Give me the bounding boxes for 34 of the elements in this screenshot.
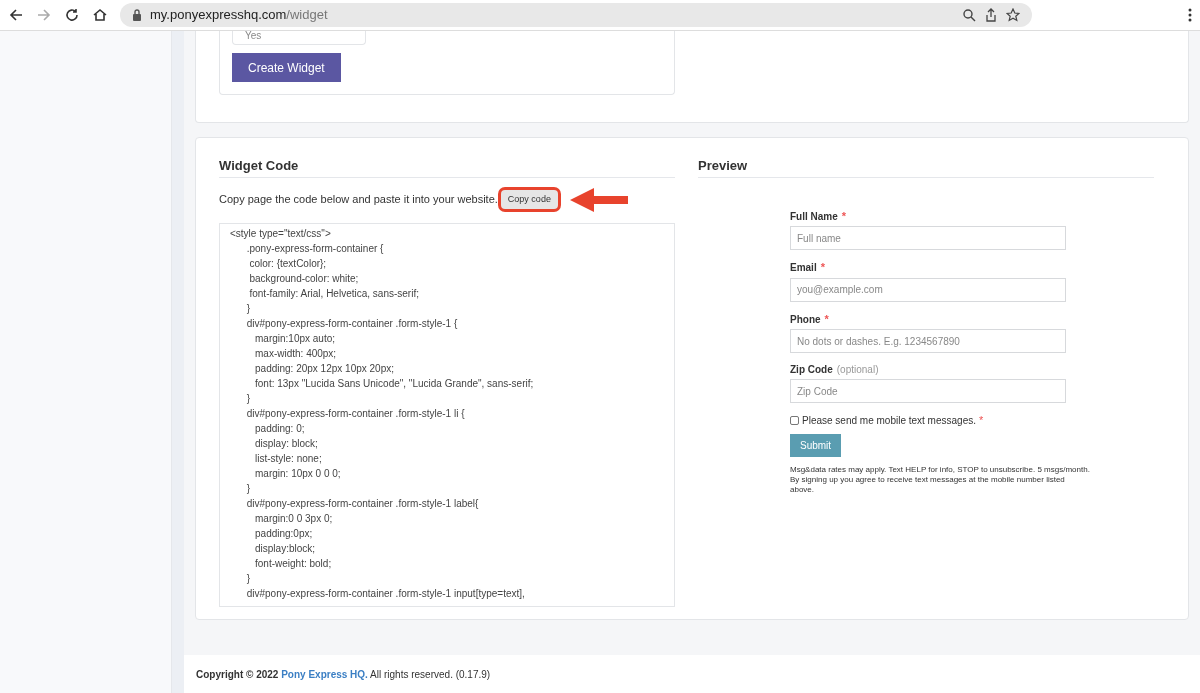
url-text: my.ponyexpresshq.com/widget <box>150 6 328 25</box>
back-icon[interactable] <box>8 7 24 23</box>
required-mark: * <box>820 261 825 273</box>
footer-link[interactable]: Pony Express HQ. <box>281 668 368 680</box>
input-field[interactable]: No dots or dashes. E.g. 1234567890 <box>790 329 1066 353</box>
zoom-icon[interactable] <box>962 8 976 22</box>
create-widget-button[interactable]: Create Widget <box>232 53 341 82</box>
required-mark: * <box>841 209 847 222</box>
field-label: Full Name * <box>790 208 848 224</box>
menu-icon[interactable] <box>1188 8 1192 22</box>
disclaimer-text: Msg&data rates may apply. Text HELP for info, STOP to unsubscribe. 5 msgs/month. By signing up you agree to receive text messages at the mobile number listed above. <box>790 464 1090 495</box>
input-field[interactable]: you@example.com <box>790 277 1066 302</box>
highlighted-copy-button[interactable]: Copy code <box>500 189 558 210</box>
lock-icon <box>132 9 142 21</box>
field-label: Phone * <box>790 311 830 327</box>
section-title: Widget Code <box>219 156 675 178</box>
instruction-text: Copy page the code below and paste it into your website. <box>219 192 498 208</box>
input-field[interactable]: Full name <box>790 226 1066 250</box>
checkbox-label: Please send me mobile text messages. <box>802 413 976 428</box>
footer-text: Copyright © 2022 Pony Express HQ. All rights reserved. (0.17.9) <box>196 667 491 682</box>
code-textarea[interactable]: <style type="text/css"> .pony-express-form-container { color: {textColor}; background-color: white; font-family: Arial, Helvetica, sans-serif; } div#pony-express-form-container .form-style-1 { margin:10px auto; max-width: 400px; padding: 20px 12px 10px 20px; font: 13px "Lucida Sans Unicode", "Lucida Grande", sans-serif; } div#pony-express-form-container .form-style-1 li { padding: 0; display: block; list-style: none; margin: 10px 0 0 0; } div#pony-express-form-container .form-style-1 label{ margin:0 0 3px 0; padding:0px; display:block; font-weight: bold; } div#pony-express-form-container .form-style-1 input[type=text], <box>219 222 675 607</box>
required-mark: * <box>824 312 829 325</box>
checkbox[interactable] <box>790 415 799 425</box>
required-mark: * <box>979 413 984 428</box>
field-label: Zip Code (optional) <box>790 363 880 377</box>
address-bar[interactable]: my.ponyexpresshq.com/widget <box>120 3 1032 27</box>
share-icon[interactable] <box>984 8 998 22</box>
reload-icon[interactable] <box>64 7 80 23</box>
select-field[interactable]: Yes <box>232 31 366 45</box>
star-icon[interactable] <box>1006 8 1020 22</box>
section-title: Preview <box>698 156 1154 178</box>
home-icon[interactable] <box>92 7 108 23</box>
input-field[interactable]: Zip Code <box>790 379 1066 403</box>
field-label: Email * <box>790 260 826 275</box>
